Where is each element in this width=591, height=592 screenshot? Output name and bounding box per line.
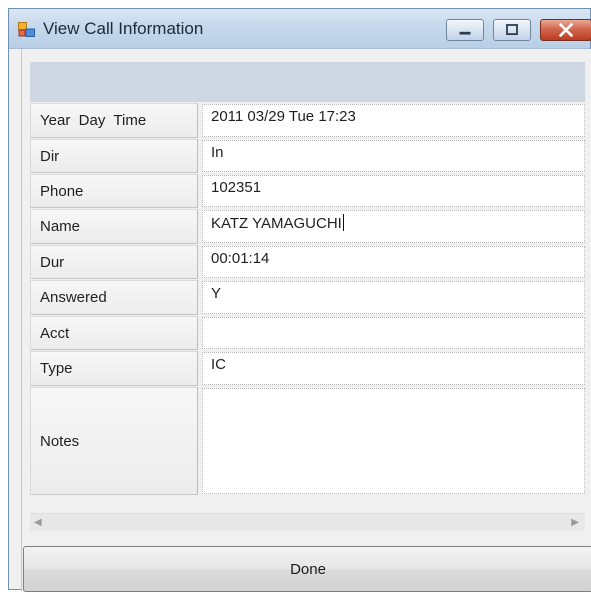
name-value-text: KATZ YAMAGUCHI bbox=[211, 215, 342, 232]
field-value-type[interactable]: IC bbox=[202, 352, 585, 385]
row-acct: Acct bbox=[30, 316, 585, 350]
scroll-right-icon[interactable]: ▶ bbox=[571, 517, 579, 528]
field-label-acct: Acct bbox=[30, 316, 198, 350]
row-dir: Dir In bbox=[30, 139, 585, 173]
row-dur: Dur 00:01:14 bbox=[30, 245, 585, 279]
field-label-phone: Phone bbox=[30, 174, 198, 208]
minimize-button[interactable] bbox=[446, 19, 484, 41]
field-label-name: Name bbox=[30, 209, 198, 244]
close-button[interactable] bbox=[540, 19, 591, 41]
maximize-button[interactable] bbox=[493, 19, 531, 41]
row-year-day-time: Year Day Time 2011 03/29 Tue 17:23 bbox=[30, 103, 585, 138]
application-window-icon[interactable] bbox=[18, 22, 35, 37]
window-title: View Call Information bbox=[43, 19, 204, 38]
grid-header-band bbox=[30, 62, 585, 102]
field-value-acct[interactable] bbox=[202, 317, 585, 349]
field-value-year-day-time[interactable]: 2011 03/29 Tue 17:23 bbox=[202, 104, 585, 137]
row-answered: Answered Y bbox=[30, 280, 585, 315]
field-label-notes: Notes bbox=[30, 387, 198, 495]
call-info-window: View Call Information Year Day Time 2011… bbox=[8, 8, 591, 592]
field-value-name[interactable]: KATZ YAMAGUCHI bbox=[202, 210, 585, 243]
row-name: Name KATZ YAMAGUCHI bbox=[30, 209, 585, 244]
field-label-type: Type bbox=[30, 351, 198, 386]
text-cursor bbox=[342, 214, 344, 231]
maximize-icon bbox=[506, 24, 518, 35]
scroll-left-icon[interactable]: ◀ bbox=[34, 517, 42, 528]
row-phone: Phone 102351 bbox=[30, 174, 585, 208]
field-value-dir[interactable]: In bbox=[202, 140, 585, 172]
close-icon bbox=[559, 23, 573, 37]
field-label-dur: Dur bbox=[30, 245, 198, 279]
row-notes: Notes bbox=[30, 387, 585, 495]
row-type: Type IC bbox=[30, 351, 585, 386]
field-label-year-day-time: Year Day Time bbox=[30, 103, 198, 138]
form-client-area: Year Day Time 2011 03/29 Tue 17:23 Dir I… bbox=[21, 49, 591, 592]
field-label-dir: Dir bbox=[30, 139, 198, 173]
field-value-answered[interactable]: Y bbox=[202, 281, 585, 314]
field-value-notes[interactable] bbox=[202, 388, 585, 494]
minimize-icon bbox=[459, 31, 471, 35]
title-bar[interactable]: View Call Information bbox=[9, 9, 591, 49]
horizontal-scrollbar[interactable]: ◀ ▶ bbox=[30, 513, 585, 531]
done-button[interactable]: Done bbox=[23, 546, 591, 592]
field-value-phone[interactable]: 102351 bbox=[202, 175, 585, 207]
field-label-answered: Answered bbox=[30, 280, 198, 315]
field-value-dur[interactable]: 00:01:14 bbox=[202, 246, 585, 278]
